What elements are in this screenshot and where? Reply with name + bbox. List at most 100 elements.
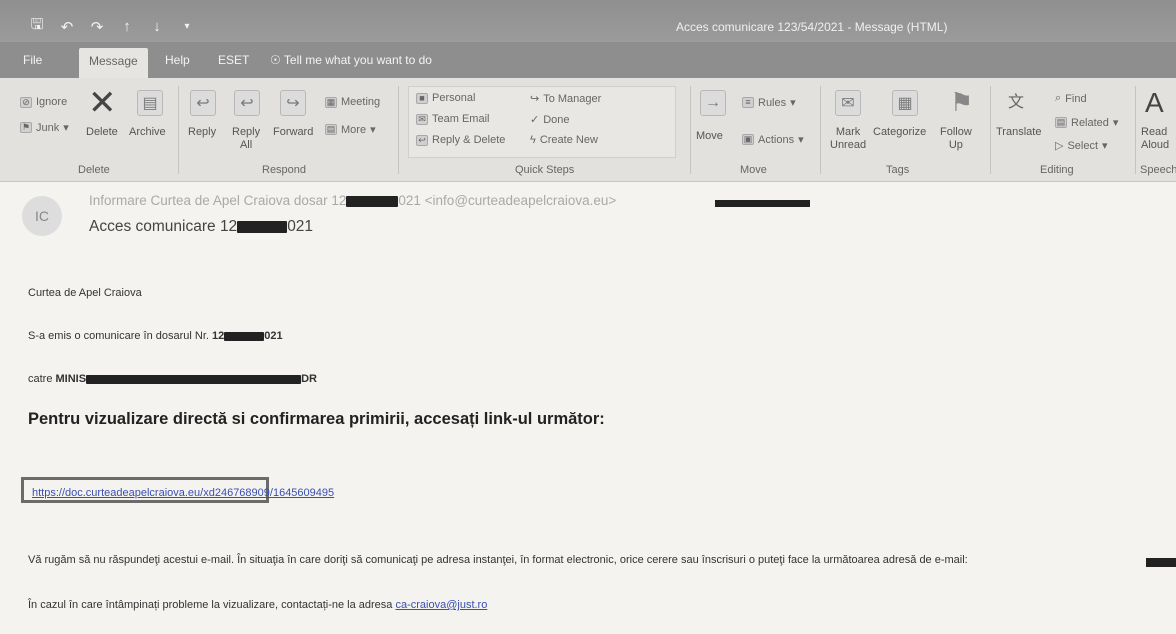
group-divider bbox=[178, 86, 179, 174]
court-name: Curtea de Apel Craiova bbox=[28, 287, 142, 299]
flag-icon[interactable]: ⚑ bbox=[950, 88, 973, 116]
cursor-icon: ▷ bbox=[1055, 140, 1064, 152]
read-aloud-icon[interactable]: A bbox=[1145, 88, 1164, 118]
tab-eset[interactable]: ESET bbox=[218, 53, 249, 67]
calendar-icon: ▦ bbox=[325, 96, 337, 108]
dropdown-icon: ▾ bbox=[1112, 117, 1119, 129]
body-headline: Pentru vizualizare directă si confirmare… bbox=[28, 410, 605, 428]
ignore-icon: ⊘ bbox=[20, 96, 32, 108]
quick-access-toolbar: 🖫 ↶ ↷ ↑ ↓ ▾ bbox=[30, 14, 194, 39]
dropdown-icon: ▾ bbox=[63, 122, 69, 134]
move-icon[interactable]: → bbox=[700, 90, 726, 116]
tab-message[interactable]: Message bbox=[79, 48, 148, 78]
categorize-button[interactable]: Categorize bbox=[873, 126, 926, 139]
reply-button[interactable]: Reply bbox=[188, 126, 216, 139]
recipient-line: catre MINIS DR bbox=[28, 373, 317, 385]
tags-group-label: Tags bbox=[886, 164, 910, 176]
rules-button[interactable]: ≡ Rules ▾ bbox=[742, 96, 796, 109]
reply-all-button[interactable]: Reply All bbox=[232, 126, 260, 152]
archive-icon[interactable]: ▤ bbox=[137, 90, 163, 116]
tell-me-search[interactable]: ☉ Tell me what you want to do bbox=[270, 53, 432, 67]
group-divider bbox=[1135, 86, 1136, 174]
up-arrow-icon[interactable]: ↑ bbox=[120, 18, 134, 35]
redaction-bar bbox=[224, 331, 265, 341]
forward-button[interactable]: Forward bbox=[273, 126, 313, 139]
tab-help[interactable]: Help bbox=[165, 53, 190, 67]
rules-icon: ≡ bbox=[742, 97, 754, 108]
quick-step-done[interactable]: ✓ Done bbox=[530, 113, 570, 127]
confirmation-link[interactable]: https://doc.curteadeapelcraiova.eu/xd246… bbox=[32, 487, 334, 499]
move-group-label: Move bbox=[740, 164, 767, 176]
envelope-icon[interactable]: ✉ bbox=[835, 90, 861, 116]
forward-icon: ↪ bbox=[530, 93, 540, 105]
quick-step-to-manager[interactable]: ↪ To Manager bbox=[530, 92, 601, 106]
more-respond-button[interactable]: ▤ More ▾ bbox=[325, 123, 376, 136]
quick-step-team-email[interactable]: ✉ Team Email bbox=[416, 113, 489, 125]
lightning-icon: ϟ bbox=[530, 134, 536, 146]
ribbon: ⊘ Ignore ⚑ Junk ▾ ✕ Delete ▤ Archive Delete… bbox=[0, 78, 1176, 182]
translate-icon[interactable]: 文 bbox=[1008, 88, 1024, 112]
editing-group-label: Editing bbox=[1040, 164, 1074, 176]
quick-step-reply-delete[interactable]: ↩ Reply & Delete bbox=[416, 134, 505, 146]
follow-up-button[interactable]: Follow Up bbox=[940, 126, 972, 152]
forward-icon[interactable]: ↪ bbox=[280, 90, 306, 116]
respond-group-label: Respond bbox=[262, 164, 307, 176]
redaction-bar bbox=[237, 220, 288, 233]
issued-line: S-a emis o comunicare în dosarul Nr. 12 0… bbox=[28, 330, 283, 342]
avatar: IC bbox=[22, 196, 62, 236]
recipient-redaction-bar bbox=[715, 200, 810, 207]
group-divider bbox=[820, 86, 821, 174]
down-arrow-icon[interactable]: ↓ bbox=[150, 18, 164, 35]
reply-icon[interactable]: ↩ bbox=[190, 90, 216, 116]
mail-icon: ✉ bbox=[416, 113, 428, 125]
check-icon: ✓ bbox=[530, 114, 540, 126]
find-button[interactable]: ⌕ Find bbox=[1055, 92, 1087, 105]
undo-icon[interactable]: ↶ bbox=[60, 18, 74, 36]
junk-button[interactable]: ⚑ Junk ▾ bbox=[20, 121, 69, 134]
ignore-button[interactable]: ⊘ Ignore bbox=[20, 96, 67, 108]
redaction-bar bbox=[86, 374, 302, 384]
ribbon-tabs: File Message Help ESET ☉ Tell me what yo… bbox=[0, 42, 1176, 78]
save-icon[interactable]: 🖫 bbox=[30, 14, 44, 39]
read-aloud-button[interactable]: Read Aloud bbox=[1141, 126, 1169, 152]
related-icon: ▤ bbox=[1055, 117, 1067, 128]
notice-text: Vă rugăm să nu răspundeţi acestui e-mail… bbox=[28, 554, 968, 566]
mark-unread-button[interactable]: Mark Unread bbox=[830, 126, 866, 152]
tab-file[interactable]: File bbox=[23, 53, 42, 67]
message-subject: Acces comunicare 12 021 bbox=[89, 218, 314, 235]
archive-button[interactable]: Archive bbox=[129, 126, 166, 139]
quick-step-personal[interactable]: ■ Personal bbox=[416, 92, 475, 104]
delete-button[interactable]: Delete bbox=[86, 126, 118, 139]
select-button[interactable]: ▷ Select ▾ bbox=[1055, 139, 1108, 153]
group-divider bbox=[690, 86, 691, 174]
actions-button[interactable]: ▣ Actions ▾ bbox=[742, 133, 804, 146]
redaction-bar bbox=[346, 195, 399, 207]
customize-icon[interactable]: ▾ bbox=[180, 21, 194, 32]
support-email-link[interactable]: ca-craiova@just.ro bbox=[395, 599, 487, 611]
sender-line: Informare Curtea de Apel Craiova dosar 1… bbox=[89, 193, 617, 208]
window-title: Acces comunicare 123/54/2021 - Message (… bbox=[676, 20, 948, 34]
group-divider bbox=[398, 86, 399, 174]
reply-all-icon[interactable]: ↩ bbox=[234, 90, 260, 116]
junk-icon: ⚑ bbox=[20, 122, 32, 133]
quick-step-create-new[interactable]: ϟ Create New bbox=[530, 134, 598, 146]
actions-icon: ▣ bbox=[742, 134, 754, 145]
redo-icon[interactable]: ↷ bbox=[90, 18, 104, 36]
move-button[interactable]: Move bbox=[696, 130, 723, 143]
folder-icon: ■ bbox=[416, 92, 428, 104]
more-icon: ▤ bbox=[325, 124, 337, 135]
dropdown-icon: ▾ bbox=[1102, 140, 1108, 152]
group-divider bbox=[990, 86, 991, 174]
categorize-icon[interactable]: ▦ bbox=[892, 90, 918, 116]
dropdown-icon: ▾ bbox=[798, 134, 804, 146]
translate-button[interactable]: Translate bbox=[996, 126, 1041, 139]
dropdown-icon: ▾ bbox=[370, 124, 376, 136]
delete-icon[interactable]: ✕ bbox=[88, 86, 117, 120]
meeting-button[interactable]: ▦ Meeting bbox=[325, 96, 380, 108]
lightbulb-icon: ☉ bbox=[270, 53, 281, 67]
dropdown-icon: ▾ bbox=[790, 97, 796, 109]
title-bar: 🖫 ↶ ↷ ↑ ↓ ▾ Acces comunicare 123/54/2021… bbox=[0, 0, 1176, 42]
speech-group-label: Speech bbox=[1140, 164, 1176, 176]
redaction-bar bbox=[1146, 558, 1176, 567]
related-button[interactable]: ▤ Related ▾ bbox=[1055, 116, 1118, 129]
